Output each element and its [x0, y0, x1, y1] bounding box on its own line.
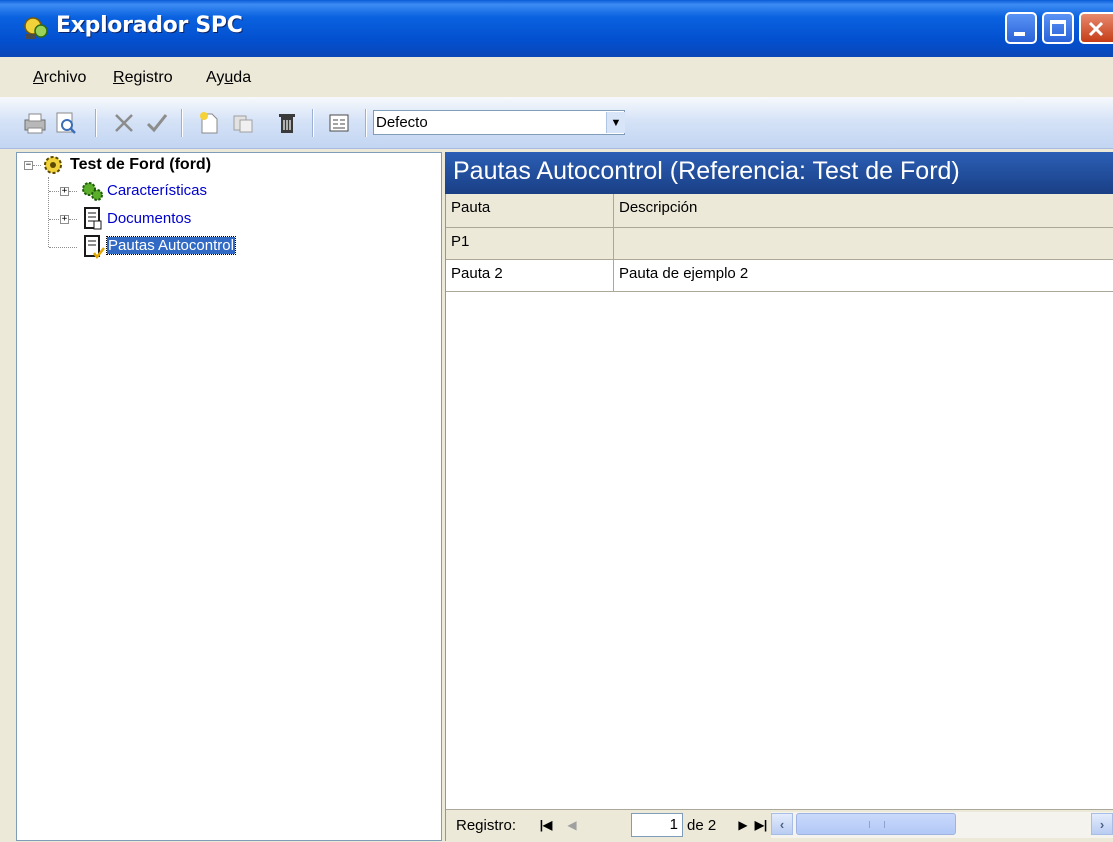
delete-icon[interactable] [274, 110, 300, 136]
tree-connector [49, 219, 59, 220]
document-icon [84, 207, 102, 230]
chevron-right-icon: › [1099, 816, 1105, 832]
menu-archivo[interactable]: Archivo [33, 69, 86, 87]
maximize-button[interactable] [1042, 12, 1074, 44]
table-cell[interactable] [614, 228, 1113, 260]
tree-connector [69, 191, 77, 192]
first-record-icon: |◀ [539, 818, 553, 832]
maximize-icon [1050, 20, 1066, 36]
close-button[interactable] [1079, 12, 1113, 44]
record-position-input[interactable]: 1 [631, 813, 683, 837]
tree-root-label[interactable]: Test de Ford (ford) [70, 156, 211, 174]
tree-item-documentos[interactable]: Documentos [107, 210, 191, 227]
menu-registro[interactable]: Registro [113, 69, 173, 87]
horizontal-scrollbar[interactable]: ‹ › [771, 812, 1113, 838]
record-total: de 2 [687, 817, 717, 834]
table-cell[interactable]: P1 [446, 228, 614, 260]
tree-connector [69, 219, 77, 220]
tree-connector [48, 177, 49, 247]
new-icon[interactable] [196, 110, 222, 136]
collapse-toggle[interactable]: − [24, 161, 33, 170]
expand-toggle[interactable]: + [60, 215, 69, 224]
tree-item-caracteristicas[interactable]: Características [107, 182, 207, 199]
window-title: Explorador SPC [56, 13, 243, 38]
scroll-right-button[interactable]: › [1091, 813, 1113, 835]
gears-icon [82, 182, 103, 201]
view-combo-value: Defecto [376, 114, 428, 131]
last-record-icon: ▶| [754, 818, 768, 832]
form-view-icon[interactable] [326, 110, 352, 136]
scroll-left-button[interactable]: ‹ [771, 813, 793, 835]
gear-cluster-icon [44, 156, 62, 174]
chevron-down-icon[interactable]: ▼ [606, 112, 625, 133]
scrollbar-thumb[interactable] [796, 813, 956, 835]
chevron-left-icon: ‹ [779, 816, 785, 832]
toolbar-separator [365, 109, 367, 137]
menu-bar: Archivo Registro Ayuda [0, 57, 1113, 97]
previous-record-icon: ◀ [567, 818, 577, 832]
print-preview-icon[interactable] [53, 110, 79, 136]
table-cell[interactable]: Pauta 2 [446, 260, 614, 292]
copy-icon[interactable] [230, 110, 256, 136]
accept-icon[interactable] [144, 110, 170, 136]
previous-record-button[interactable]: ◀ [562, 814, 582, 836]
navigator-label: Registro: [456, 817, 517, 834]
next-record-button[interactable]: ▶ [733, 814, 753, 836]
toolbar-separator [312, 109, 314, 137]
first-record-button[interactable]: |◀ [536, 814, 556, 836]
view-combo[interactable]: Defecto ▼ [373, 110, 625, 135]
next-record-icon: ▶ [738, 818, 748, 832]
data-grid[interactable]: Pauta Descripción P1 Pauta 2 Pauta de ej… [445, 194, 1113, 841]
minimize-button[interactable] [1005, 12, 1037, 44]
toolbar-separator [95, 109, 97, 137]
table-cell[interactable]: Pauta de ejemplo 2 [614, 260, 1113, 292]
grip-icon [869, 821, 885, 828]
tree-connector [49, 247, 77, 248]
tree-panel[interactable]: − Test de Ford (ford) + Características … [16, 152, 442, 841]
last-record-button[interactable]: ▶| [751, 814, 771, 836]
title-bar[interactable]: Explorador SPC [0, 0, 1113, 57]
cancel-icon[interactable] [111, 110, 137, 136]
printer-icon[interactable] [22, 110, 48, 136]
record-navigator: Registro: |◀ ◀ 1 de 2 ▶ ▶| ‹ › [446, 809, 1113, 842]
column-header-descripcion[interactable]: Descripción [614, 194, 1113, 228]
app-icon [24, 17, 48, 39]
minimize-icon [1014, 32, 1025, 36]
checklist-icon [84, 235, 105, 260]
column-header-pauta[interactable]: Pauta [446, 194, 614, 228]
expand-toggle[interactable]: + [60, 187, 69, 196]
menu-ayuda[interactable]: Ayuda [206, 69, 251, 87]
panel-title: Pautas Autocontrol (Referencia: Test de … [445, 152, 1113, 194]
tree-connector [49, 191, 59, 192]
tree-item-pautas-autocontrol[interactable]: Pautas Autocontrol [106, 236, 236, 255]
close-icon [1088, 21, 1104, 37]
toolbar-separator [181, 109, 183, 137]
